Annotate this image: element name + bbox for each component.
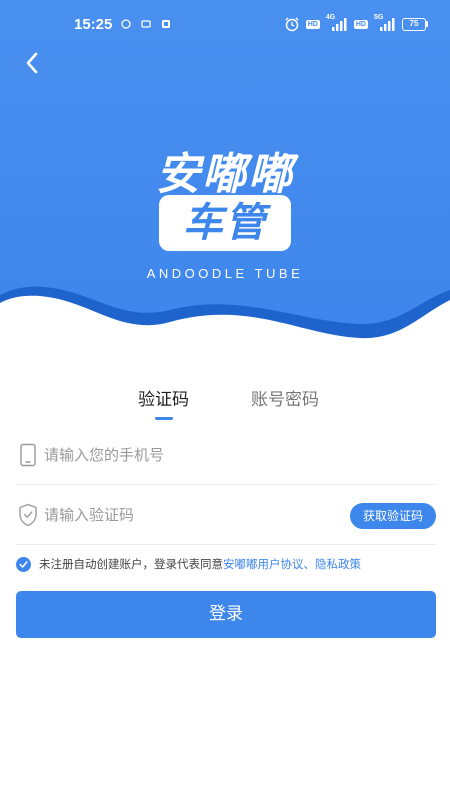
- status-bar: 15:25 HD 4G HD 5G 75: [0, 0, 450, 50]
- privacy-policy-link[interactable]: 隐私政策: [315, 556, 361, 572]
- status-right-group: HD 4G HD 5G 75: [284, 14, 428, 32]
- brand-badge: 车管: [159, 195, 291, 251]
- agreement-separator: 、: [303, 557, 316, 571]
- active-tab-indicator: [155, 417, 173, 420]
- agreement-checkbox[interactable]: [16, 556, 31, 572]
- login-button[interactable]: 登录: [16, 591, 436, 638]
- tab-verification-code[interactable]: 验证码: [138, 385, 189, 410]
- user-agreement-link[interactable]: 安嘟嘟用户协议: [223, 556, 304, 572]
- back-arrow-icon[interactable]: [20, 50, 46, 76]
- signal-4g: 4G: [325, 14, 348, 32]
- hd-badge: HD: [305, 19, 320, 29]
- message-icon: [162, 20, 170, 28]
- login-method-tabs: 验证码 账号密码: [0, 385, 450, 421]
- check-icon: [19, 560, 28, 568]
- agreement-text: 未注册自动创建账户，登录代表同意: [39, 557, 223, 571]
- battery-level: 75: [402, 17, 426, 31]
- header-banner: 15:25 HD 4G HD 5G 75 安嘟嘟 车管 ANDOODLE TUB: [0, 0, 450, 345]
- tab-account-password[interactable]: 账号密码: [251, 385, 319, 410]
- network-type-label: 5G: [374, 14, 384, 21]
- brand-subtitle: ANDOODLE TUBE: [146, 266, 304, 281]
- shield-check-icon: [19, 503, 37, 527]
- app-notification-icon: [141, 20, 151, 28]
- battery-icon: 75: [402, 17, 428, 31]
- status-time: 15:25: [74, 16, 113, 33]
- alarm-icon: [285, 17, 299, 32]
- phone-input[interactable]: [44, 441, 344, 469]
- brand-title: 安嘟嘟: [156, 149, 294, 200]
- notification-icon: [121, 19, 131, 29]
- verification-code-input[interactable]: [44, 501, 344, 529]
- phone-row: [16, 425, 436, 485]
- phone-icon: [20, 443, 36, 467]
- signal-5g: 5G: [374, 14, 396, 32]
- get-code-button[interactable]: 获取验证码: [349, 503, 436, 529]
- network-type-label: 4G: [325, 14, 336, 21]
- code-row: 获取验证码: [16, 485, 436, 545]
- agreement-row: 未注册自动创建账户，登录代表同意 安嘟嘟用户协议 、 隐私政策: [16, 555, 436, 573]
- hd-badge: HD: [353, 19, 368, 29]
